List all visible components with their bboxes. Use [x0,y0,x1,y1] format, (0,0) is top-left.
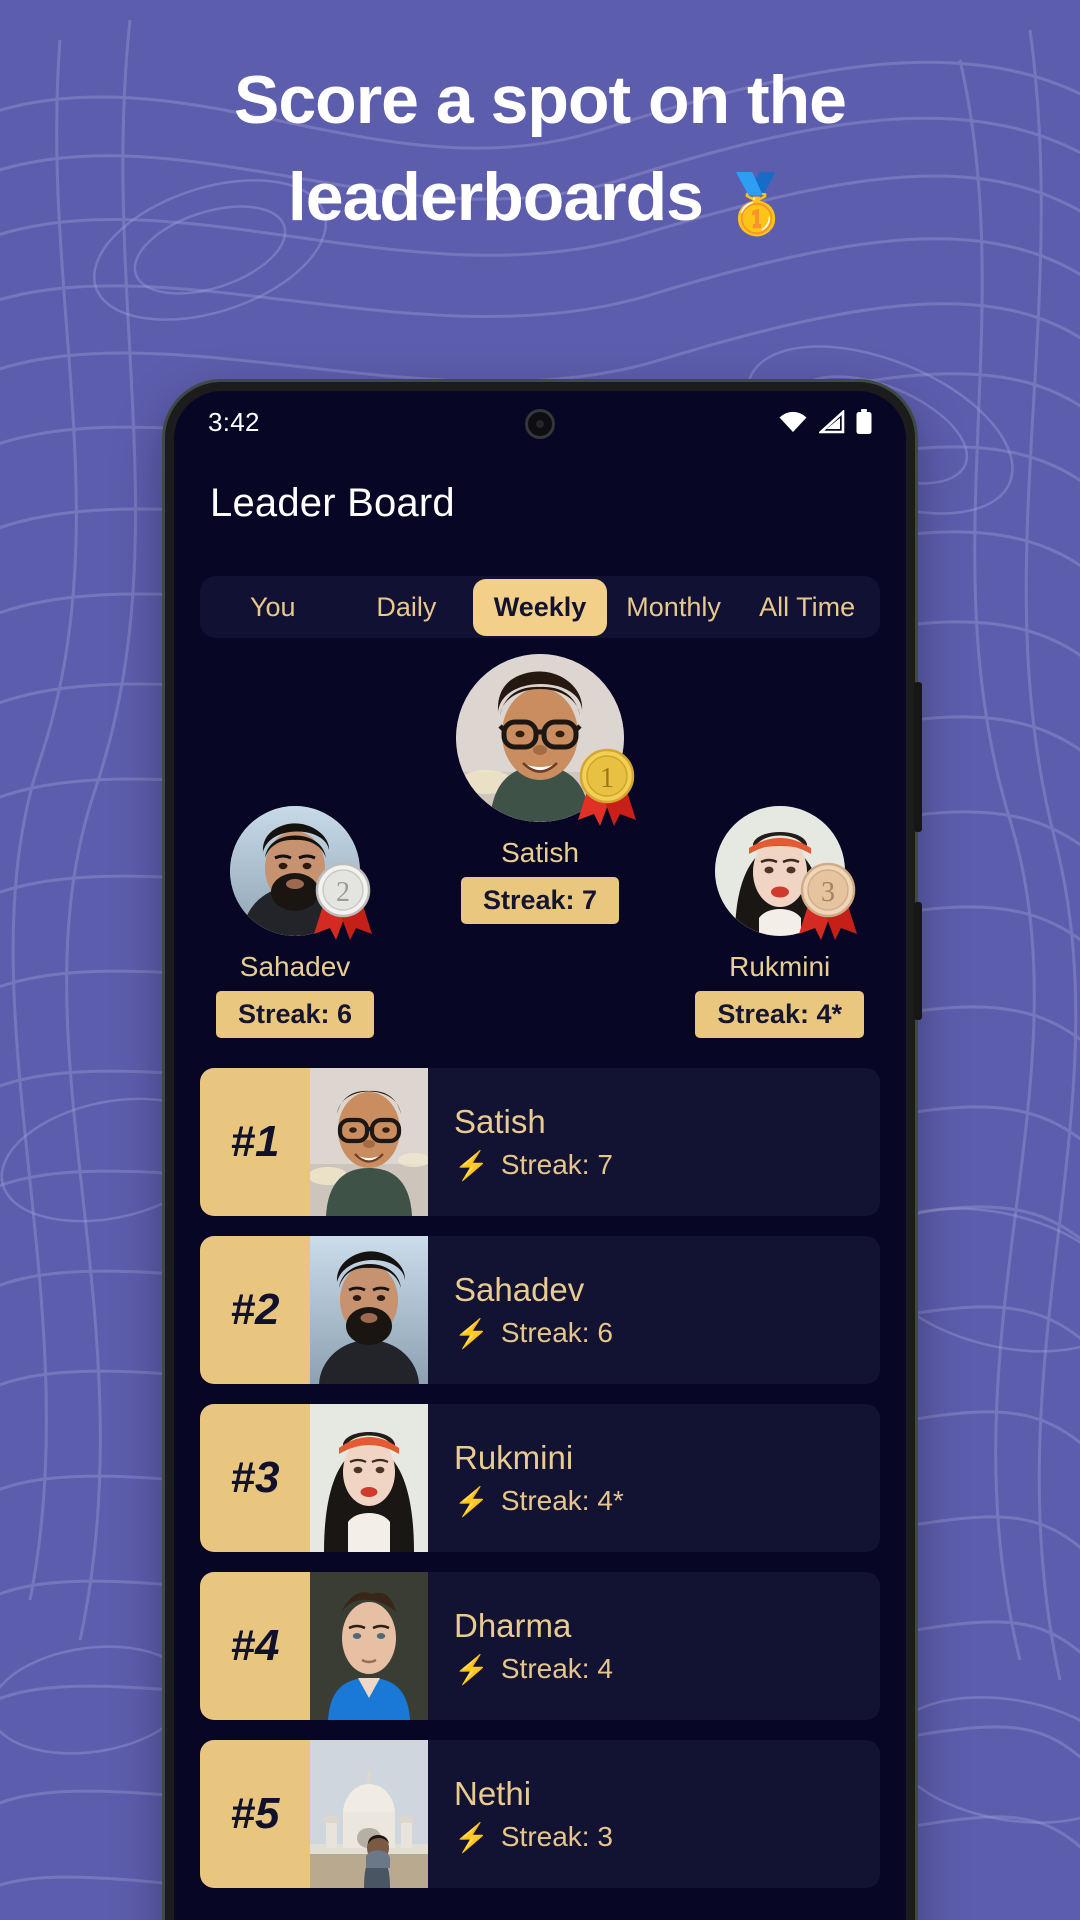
gold-medal-emoji-icon: 🥇 [720,171,793,237]
row-info: Nethi ⚡ Streak: 3 [428,1740,880,1888]
headline-line-1: Score a spot on the [234,62,847,138]
rank-badge: #1 [200,1068,310,1216]
podium-first-place[interactable]: 1 Satish Streak: 7 [456,654,636,924]
wifi-icon [779,411,807,432]
phone-mockup: 3:42 Leader Board You Daily Weekly Month… [165,382,922,1920]
leaderboard-list: #1 Satish ⚡ Streak: 7 #2 Sahadev ⚡ Strea… [200,1068,880,1888]
row-streak: ⚡ Streak: 6 [454,1317,880,1350]
rank-badge: #5 [200,1740,310,1888]
rank-badge: #3 [200,1404,310,1552]
table-row[interactable]: #4 Dharma ⚡ Streak: 4 [200,1572,880,1720]
row-photo-sahadev [310,1236,428,1384]
podium-streak-third: Streak: 4* [695,991,864,1038]
headline-line-2: leaderboards [287,158,704,235]
row-name: Satish [454,1102,546,1140]
row-streak-label: Streak: 7 [500,1149,613,1180]
rank-badge: #2 [200,1236,310,1384]
tab-daily[interactable]: Daily [340,579,474,636]
lightning-bolt-icon: ⚡ [454,1821,489,1853]
bronze-medal-icon: 3 [798,862,857,940]
svg-text:2: 2 [336,877,350,908]
avatar-wrap-third: 3 [714,806,857,940]
row-name: Rukmini [454,1438,574,1476]
headline-line-2-wrap: leaderboards 🥇 [0,149,1080,246]
status-icon-group [778,409,872,435]
podium-streak-first: Streak: 7 [460,877,620,924]
lightning-bolt-icon: ⚡ [454,1653,489,1685]
table-row[interactable]: #3 Rukmini ⚡ Streak: 4* [200,1404,880,1552]
status-bar: 3:42 [174,391,906,453]
row-photo-dharma [310,1572,428,1720]
avatar-wrap-first: 1 [456,654,636,826]
row-name: Dharma [454,1606,572,1644]
row-info: Rukmini ⚡ Streak: 4* [428,1404,880,1552]
row-streak: ⚡ Streak: 3 [454,1821,880,1854]
table-row[interactable]: #2 Sahadev ⚡ Streak: 6 [200,1236,880,1384]
row-info: Sahadev ⚡ Streak: 6 [428,1236,880,1384]
status-clock: 3:42 [208,406,260,437]
row-info: Dharma ⚡ Streak: 4 [428,1572,880,1720]
page-headline: Score a spot on the leaderboards 🥇 [0,52,1080,246]
podium-second-place[interactable]: 2 Sahadev Streak: 6 [216,806,375,1038]
row-streak: ⚡ Streak: 4* [454,1485,880,1518]
lightning-bolt-icon: ⚡ [454,1317,489,1349]
svg-text:1: 1 [600,763,614,794]
lightning-bolt-icon: ⚡ [454,1485,489,1517]
phone-screen: 3:42 Leader Board You Daily Weekly Month… [174,391,906,1920]
row-info: Satish ⚡ Streak: 7 [428,1068,880,1216]
row-photo-rukmini [310,1404,428,1552]
row-name: Sahadev [454,1270,585,1308]
row-name: Nethi [454,1774,532,1812]
row-streak-label: Streak: 3 [500,1821,613,1852]
row-streak-label: Streak: 4 [500,1653,613,1684]
tab-weekly[interactable]: Weekly [473,578,607,636]
table-row[interactable]: #1 Satish ⚡ Streak: 7 [200,1068,880,1216]
period-tab-bar: You Daily Weekly Monthly All Time [200,576,880,638]
tab-you[interactable]: You [206,579,340,636]
table-row[interactable]: #5 Nethi ⚡ Streak: 3 [200,1740,880,1888]
podium-section: 2 Sahadev Streak: 6 3 Rukmini Streak: 4*… [174,654,906,1054]
battery-icon [856,409,872,434]
podium-third-place[interactable]: 3 Rukmini Streak: 4* [695,806,864,1038]
podium-name-third: Rukmini [729,951,831,982]
podium-name-first: Satish [501,837,579,868]
silver-medal-icon: 2 [314,862,373,940]
row-streak: ⚡ Streak: 4 [454,1653,880,1686]
power-button[interactable] [914,902,922,1020]
row-photo-satish [310,1068,428,1216]
app-title: Leader Board [210,481,455,525]
lightning-bolt-icon: ⚡ [454,1149,489,1181]
svg-text:3: 3 [821,877,835,908]
row-streak-label: Streak: 6 [500,1317,613,1348]
front-camera-icon [525,409,555,439]
volume-button[interactable] [914,682,922,832]
cellular-signal-icon [819,410,845,434]
tab-monthly[interactable]: Monthly [607,579,741,636]
avatar-wrap-second: 2 [230,806,373,940]
rank-badge: #4 [200,1572,310,1720]
tab-all-time[interactable]: All Time [740,579,874,636]
podium-streak-second: Streak: 6 [216,991,375,1038]
row-streak: ⚡ Streak: 7 [454,1149,880,1182]
row-photo-nethi [310,1740,428,1888]
podium-name-second: Sahadev [239,951,351,982]
row-streak-label: Streak: 4* [500,1485,624,1516]
gold-medal-icon: 1 [578,748,636,826]
